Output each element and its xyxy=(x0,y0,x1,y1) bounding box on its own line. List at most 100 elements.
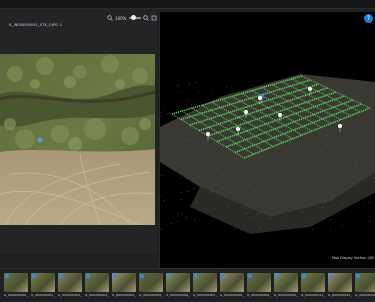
terrain-point xyxy=(194,220,196,221)
terrain-point xyxy=(351,133,353,135)
terrain-point xyxy=(353,121,355,123)
terrain-point xyxy=(191,104,192,105)
terrain-point xyxy=(186,99,188,101)
terrain-point xyxy=(297,180,299,181)
terrain-point xyxy=(355,185,357,187)
terrain-point xyxy=(339,208,341,210)
terrain-point xyxy=(265,91,267,93)
terrain-point xyxy=(309,102,311,103)
terrain-point xyxy=(174,144,176,146)
filmstrip-thumbnail[interactable]: IL_W00000006_0T5 xyxy=(166,273,190,299)
terrain-point xyxy=(328,186,330,187)
terrain-point xyxy=(185,128,187,130)
terrain-point xyxy=(172,120,174,122)
thumbnail-status-icon xyxy=(275,274,279,278)
filmstrip-thumbnail[interactable]: IL_W00000012_0T5 xyxy=(328,273,352,299)
terrain-point xyxy=(177,220,178,222)
thumbnail-label: IL_W00000008_0T5 xyxy=(220,293,244,297)
filmstrip-thumbnail[interactable]: IL_W00000010_0T5 xyxy=(274,273,298,299)
terrain-point xyxy=(215,174,217,176)
terrain-point xyxy=(323,169,325,171)
terrain-point xyxy=(313,197,314,199)
terrain-point xyxy=(259,211,261,213)
terrain-point xyxy=(281,187,283,189)
thumbnail-label: IL_W00000011_0T5 xyxy=(301,293,325,297)
filmstrip-thumbnail[interactable]: IL_W00000007_0T5 xyxy=(193,273,217,299)
thumbnail-status-icon xyxy=(32,274,36,278)
terrain-point xyxy=(364,202,366,204)
terrain-point xyxy=(161,195,163,197)
terrain-point xyxy=(373,177,375,179)
terrain-point xyxy=(231,86,233,87)
terrain-point xyxy=(270,93,271,95)
terrain-point xyxy=(180,170,182,172)
terrain-point xyxy=(258,212,260,214)
aerial-photo[interactable] xyxy=(0,54,155,225)
thumbnail-label: IL_W00000000_0T5 xyxy=(4,293,28,297)
terrain-point xyxy=(160,174,162,176)
thumbnail-filmstrip: IL_W00000000_0T5IL_W00000001_0T5IL_W0000… xyxy=(0,273,375,302)
thumbnail-status-icon xyxy=(221,274,225,278)
zoom-in-icon[interactable] xyxy=(143,15,149,21)
terrain-point xyxy=(249,139,251,141)
terrain-point xyxy=(275,161,276,162)
filmstrip-thumbnail[interactable]: IL_W00000001_0T5 xyxy=(31,273,55,299)
terrain-point xyxy=(373,153,375,155)
terrain-point xyxy=(302,155,304,157)
filmstrip-thumbnail[interactable]: IL_W00000009_0T5 xyxy=(247,273,271,299)
3d-map-view[interactable] xyxy=(159,12,375,269)
zoom-controls: 100% xyxy=(107,14,157,22)
terrain-point xyxy=(365,82,366,84)
filmstrip-thumbnail[interactable]: IL_W00000004_0T5 xyxy=(112,273,136,299)
thumbnail-label: IL_W00000009_0T5 xyxy=(247,293,271,297)
thumbnail-label: IL_W00000001_0T5 xyxy=(31,293,55,297)
terrain-point xyxy=(262,190,264,192)
help-icon[interactable]: ? xyxy=(364,14,373,23)
zoom-out-icon[interactable] xyxy=(107,15,113,21)
zoom-slider-knob[interactable] xyxy=(131,15,137,20)
terrain-point xyxy=(178,113,180,115)
fit-screen-icon[interactable] xyxy=(151,15,157,21)
terrain-point xyxy=(247,205,248,207)
filmstrip-thumbnail[interactable]: IL_W00000011_0T5 xyxy=(301,273,325,299)
thumbnail-label: IL_W00000007_0T5 xyxy=(193,293,217,297)
terrain-point xyxy=(265,166,267,167)
terrain-point xyxy=(249,156,251,158)
filmstrip-thumbnail[interactable]: IL_W00000005_0T5 xyxy=(139,273,163,299)
terrain-point xyxy=(185,120,187,121)
terrain-point xyxy=(249,184,250,185)
thumbnail-status-icon xyxy=(113,274,117,278)
terrain-point xyxy=(266,116,268,118)
terrain-point xyxy=(222,174,224,176)
terrain-point xyxy=(302,93,303,95)
terrain-point xyxy=(206,141,208,142)
terrain-point xyxy=(365,127,366,129)
terrain-point xyxy=(305,135,306,137)
terrain-point xyxy=(177,85,179,86)
terrain-point xyxy=(291,139,293,141)
thumbnail-status-icon xyxy=(86,274,90,278)
terrain-point xyxy=(235,111,237,113)
terrain-point xyxy=(165,130,166,132)
terrain-point xyxy=(316,130,318,131)
terrain-point xyxy=(369,216,370,217)
terrain-point xyxy=(260,105,261,107)
terrain-point xyxy=(211,193,212,195)
terrain-point xyxy=(330,219,331,220)
terrain-point xyxy=(325,156,327,157)
thumbnail-label: IL_W00000006_0T5 xyxy=(166,293,190,297)
filmstrip-thumbnail[interactable]: IL_W00000013_0T5 xyxy=(355,273,375,299)
zoom-slider[interactable] xyxy=(129,15,141,20)
terrain-point xyxy=(294,95,296,96)
thumbnail-label: IL_W00000012_0T5 xyxy=(328,293,352,297)
filmstrip-thumbnail[interactable]: IL_W00000003_0T5 xyxy=(85,273,109,299)
filmstrip-thumbnail[interactable]: IL_W00000008_0T5 xyxy=(220,273,244,299)
terrain-point xyxy=(228,206,229,208)
thumbnail-status-icon xyxy=(248,274,252,278)
filmstrip-thumbnail[interactable]: IL_W00000002_0T5 xyxy=(58,273,82,299)
terrain-point xyxy=(188,83,190,85)
thumbnail-status-icon xyxy=(194,274,198,278)
terrain-point xyxy=(179,134,181,136)
filmstrip-thumbnail[interactable]: IL_W00000000_0T5 xyxy=(4,273,28,299)
terrain-point xyxy=(320,161,322,162)
